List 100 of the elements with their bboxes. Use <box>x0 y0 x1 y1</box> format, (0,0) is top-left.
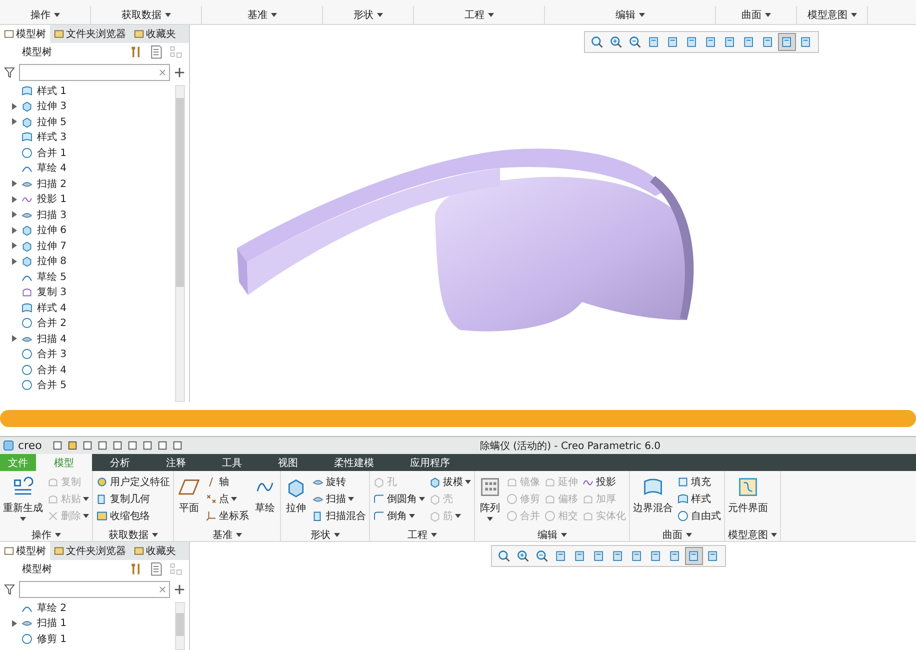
plus-icon[interactable] <box>174 584 185 594</box>
group-label[interactable]: 基准 <box>212 528 232 542</box>
expand-arrow-icon[interactable] <box>12 620 17 627</box>
zoom-icon[interactable] <box>627 34 643 50</box>
ribbon-button[interactable]: 元件界面 <box>728 473 768 515</box>
expand-arrow-icon[interactable] <box>12 211 17 218</box>
expand-arrow-icon[interactable] <box>12 180 17 188</box>
tree-item[interactable]: 样式 1 <box>37 84 67 98</box>
tree-item[interactable]: 扫描 2 <box>37 176 67 191</box>
ribbon-button[interactable]: 扫描 <box>312 490 366 507</box>
tree-item[interactable]: 投影 1 <box>37 192 67 206</box>
ribbon-button[interactable]: 边界混合 <box>633 473 673 515</box>
tree-item[interactable]: 草绘 5 <box>37 270 67 284</box>
group-label[interactable]: 编辑 <box>538 528 558 542</box>
ribbon-button[interactable]: 拉伸 <box>284 473 308 515</box>
ribbon-button[interactable]: 平面 <box>177 473 201 515</box>
tree-item[interactable]: 扫描 4 <box>37 332 67 346</box>
panel-tab[interactable]: 收藏夹 <box>130 25 180 43</box>
tree-item[interactable]: 修剪 1 <box>37 632 67 646</box>
group-label[interactable]: 曲面 <box>662 528 682 542</box>
ribbon-tab[interactable]: 应用程序 <box>392 454 468 471</box>
expand-arrow-icon[interactable] <box>12 242 17 250</box>
panel-tab[interactable]: 收藏夹 <box>130 542 180 560</box>
group-label[interactable]: 形状 <box>354 8 374 22</box>
ribbon-button[interactable]: 用户定义特征 <box>96 473 170 490</box>
group-label[interactable]: 获取数据 <box>108 528 148 542</box>
clear-icon[interactable] <box>159 586 166 592</box>
ribbon-button[interactable]: 填充 <box>677 473 721 490</box>
panel-tab[interactable]: 模型树 <box>0 25 50 43</box>
ribbon-button[interactable]: 倒圆角 <box>373 490 425 507</box>
ribbon-button[interactable]: 点 <box>205 490 249 507</box>
ribbon-tab[interactable]: 分析 <box>92 454 148 471</box>
zoom-icon[interactable] <box>534 548 550 564</box>
tree-item[interactable]: 合并 4 <box>37 362 67 377</box>
filter-icon[interactable] <box>4 66 15 78</box>
group-label[interactable]: 模型意图 <box>808 8 848 22</box>
ribbon-button[interactable]: 倒角 <box>373 507 425 524</box>
ribbon-button[interactable]: 旋转 <box>312 473 366 490</box>
ribbon-button[interactable]: 收缩包络 <box>96 507 170 524</box>
tree-item[interactable]: 复制 3 <box>37 285 67 300</box>
ribbon-button[interactable]: 扫描混合 <box>312 507 366 524</box>
ribbon-tab[interactable]: 模型 <box>36 454 92 471</box>
search-field[interactable] <box>19 64 170 80</box>
tree-item[interactable]: 草绘 2 <box>37 600 67 615</box>
tree-item[interactable]: 合并 5 <box>37 378 67 392</box>
group-label[interactable]: 工程 <box>464 8 484 22</box>
ribbon-button[interactable]: 拔模 <box>429 473 471 490</box>
ribbon-button[interactable]: 投影 <box>582 473 626 490</box>
group-label[interactable]: 形状 <box>310 528 330 542</box>
scrollbar[interactable] <box>175 85 185 402</box>
tree-item[interactable]: 样式 4 <box>37 300 67 315</box>
group-label[interactable]: 基准 <box>248 8 268 22</box>
group-label[interactable]: 获取数据 <box>122 8 162 22</box>
ribbon-button[interactable]: 样式 <box>677 490 721 507</box>
search-field[interactable] <box>19 580 170 598</box>
zoom-icon[interactable] <box>515 548 531 564</box>
tree-item[interactable]: 草绘 4 <box>37 161 67 176</box>
filter-icon[interactable] <box>4 584 15 594</box>
ribbon-button[interactable]: 草绘 <box>253 473 277 515</box>
ribbon-button[interactable]: 重新生成 <box>3 473 43 521</box>
clear-icon[interactable] <box>159 68 166 76</box>
zoom-icon[interactable] <box>589 34 605 50</box>
plus-icon[interactable] <box>174 66 185 78</box>
ribbon-button[interactable]: 复制几何 <box>96 490 170 507</box>
view-tool-icon[interactable] <box>686 548 702 564</box>
expand-arrow-icon[interactable] <box>12 196 17 203</box>
tree-item[interactable]: 拉伸 6 <box>37 223 67 238</box>
tree-item[interactable]: 扫描 1 <box>37 616 67 630</box>
expand-arrow-icon[interactable] <box>12 258 17 265</box>
zoom-icon[interactable] <box>496 548 512 564</box>
tree-item[interactable]: 拉伸 8 <box>37 254 67 268</box>
list-icon[interactable] <box>149 45 163 59</box>
group-label[interactable]: 曲面 <box>742 8 762 22</box>
panel-tab[interactable]: 文件夹浏览器 <box>50 542 130 560</box>
group-label[interactable]: 工程 <box>408 528 428 542</box>
group-label[interactable]: 编辑 <box>616 8 636 22</box>
ribbon-tab[interactable]: 工具 <box>204 454 260 471</box>
zoom-icon[interactable] <box>608 34 624 50</box>
tree-item[interactable]: 拉伸 3 <box>37 99 67 114</box>
group-label[interactable]: 模型意图 <box>728 528 768 542</box>
expand-arrow-icon[interactable] <box>12 226 17 234</box>
ribbon-button[interactable]: 轴 <box>205 473 249 490</box>
tree-item[interactable]: 合并 2 <box>37 316 67 330</box>
ribbon-tab[interactable]: 柔性建模 <box>316 454 392 471</box>
tree-item[interactable]: 扫描 3 <box>37 208 67 222</box>
expand-arrow-icon[interactable] <box>12 102 17 110</box>
group-label[interactable]: 操作 <box>30 8 50 22</box>
group-label[interactable]: 操作 <box>32 528 52 542</box>
ribbon-button[interactable]: 阵列 <box>478 473 502 521</box>
list-icon[interactable] <box>149 562 163 576</box>
tree-item[interactable]: 样式 3 <box>37 130 67 144</box>
ribbon-tab[interactable]: 视图 <box>260 454 316 471</box>
scrollbar[interactable] <box>175 602 185 650</box>
expand-arrow-icon[interactable] <box>12 118 17 126</box>
ribbon-button[interactable]: 坐标系 <box>205 507 249 524</box>
tree-item[interactable]: 拉伸 7 <box>37 238 67 253</box>
tree-item[interactable]: 拉伸 5 <box>37 114 67 129</box>
ribbon-button[interactable]: 自由式 <box>677 507 721 524</box>
ribbon-tab[interactable]: 注释 <box>148 454 204 471</box>
panel-tab[interactable]: 文件夹浏览器 <box>50 25 130 43</box>
